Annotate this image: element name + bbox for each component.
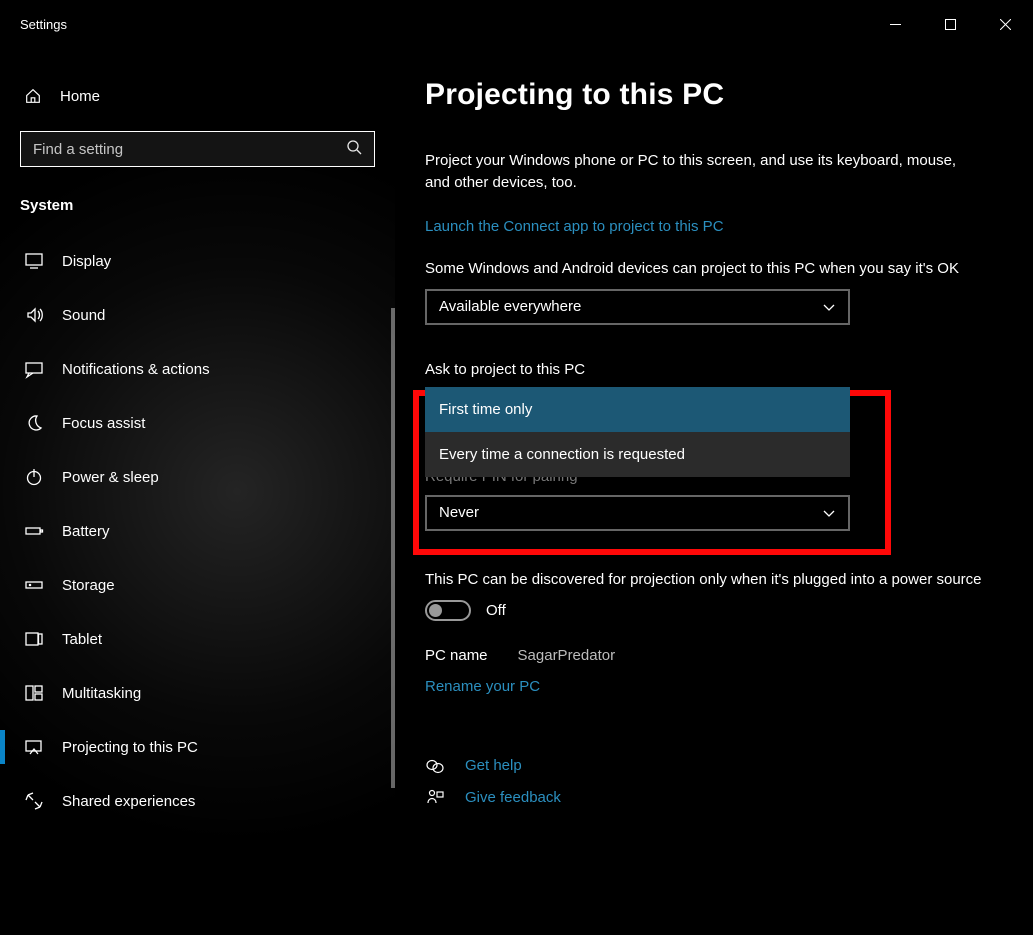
sidebar-item-label: Projecting to this PC: [62, 739, 198, 756]
speaker-icon: [24, 305, 44, 325]
search-box[interactable]: [20, 131, 375, 167]
availability-select[interactable]: Available everywhere: [425, 289, 850, 325]
sidebar-item-notifications[interactable]: Notifications & actions: [0, 342, 395, 396]
window-controls: [868, 0, 1033, 48]
window-title: Settings: [20, 17, 67, 32]
moon-icon: [24, 413, 44, 433]
page-title: Projecting to this PC: [425, 78, 1003, 112]
require-pin-value: Never: [439, 504, 479, 521]
power-icon: [24, 467, 44, 487]
monitor-icon: [24, 251, 44, 271]
sidebar-item-label: Storage: [62, 577, 115, 594]
sidebar-item-label: Focus assist: [62, 415, 145, 432]
sidebar-item-multitasking[interactable]: Multitasking: [0, 666, 395, 720]
multitask-icon: [24, 683, 44, 703]
pcname-value: SagarPredator: [518, 647, 616, 664]
sidebar-item-battery[interactable]: Battery: [0, 504, 395, 558]
sidebar-item-label: Notifications & actions: [62, 361, 210, 378]
search-input[interactable]: [33, 141, 346, 158]
ask-option-first-time[interactable]: First time only: [425, 387, 850, 432]
sidebar-item-label: Multitasking: [62, 685, 141, 702]
require-pin-select[interactable]: Never: [425, 495, 850, 531]
sidebar-item-label: Display: [62, 253, 111, 270]
sidebar-item-power-sleep[interactable]: Power & sleep: [0, 450, 395, 504]
sidebar-item-label: Sound: [62, 307, 105, 324]
dropdown-option-label: First time only: [439, 401, 532, 418]
ask-to-project-label: Ask to project to this PC: [425, 361, 985, 378]
launch-connect-link[interactable]: Launch the Connect app to project to thi…: [425, 218, 724, 235]
ask-option-every-time[interactable]: Every time a connection is requested: [425, 432, 850, 477]
chevron-down-icon: [822, 300, 836, 314]
sidebar: Home System Display Sound Notifications …: [0, 48, 395, 935]
sidebar-nav: Display Sound Notifications & actions Fo…: [0, 234, 395, 828]
rename-pc-link[interactable]: Rename your PC: [425, 678, 540, 695]
minimize-icon: [890, 19, 901, 30]
home-button[interactable]: Home: [20, 48, 375, 125]
help-icon: [425, 756, 445, 776]
discover-toggle[interactable]: [425, 600, 471, 621]
titlebar: Settings: [0, 0, 1033, 48]
sidebar-section-label: System: [20, 197, 375, 214]
home-icon: [24, 87, 42, 105]
sidebar-item-projecting[interactable]: Projecting to this PC: [0, 720, 395, 774]
page-description: Project your Windows phone or PC to this…: [425, 150, 985, 194]
feedback-icon: [425, 788, 445, 808]
maximize-button[interactable]: [923, 0, 978, 48]
sidebar-item-label: Shared experiences: [62, 793, 195, 810]
maximize-icon: [945, 19, 956, 30]
availability-value: Available everywhere: [439, 298, 581, 315]
sidebar-item-label: Tablet: [62, 631, 102, 648]
sidebar-item-shared-experiences[interactable]: Shared experiences: [0, 774, 395, 828]
sidebar-item-label: Power & sleep: [62, 469, 159, 486]
discover-toggle-state: Off: [486, 602, 506, 619]
tablet-icon: [24, 629, 44, 649]
sidebar-item-label: Battery: [62, 523, 110, 540]
close-icon: [1000, 19, 1011, 30]
main-content: Projecting to this PC Project your Windo…: [395, 48, 1033, 935]
pcname-label: PC name: [425, 647, 488, 664]
battery-icon: [24, 521, 44, 541]
minimize-button[interactable]: [868, 0, 923, 48]
sidebar-item-display[interactable]: Display: [0, 234, 395, 288]
discover-note: This PC can be discovered for projection…: [425, 571, 985, 588]
sidebar-item-sound[interactable]: Sound: [0, 288, 395, 342]
chevron-down-icon: [822, 506, 836, 520]
get-help-link[interactable]: Get help: [465, 757, 522, 774]
message-icon: [24, 359, 44, 379]
ask-to-project-dropdown[interactable]: First time only Every time a connection …: [425, 387, 850, 477]
search-icon: [346, 139, 362, 160]
project-icon: [24, 737, 44, 757]
sidebar-item-tablet[interactable]: Tablet: [0, 612, 395, 666]
sidebar-item-focus-assist[interactable]: Focus assist: [0, 396, 395, 450]
sidebar-item-storage[interactable]: Storage: [0, 558, 395, 612]
give-feedback-link[interactable]: Give feedback: [465, 789, 561, 806]
close-button[interactable]: [978, 0, 1033, 48]
dropdown-option-label: Every time a connection is requested: [439, 446, 685, 463]
home-label: Home: [60, 88, 100, 105]
shared-icon: [24, 791, 44, 811]
availability-label: Some Windows and Android devices can pro…: [425, 260, 985, 277]
storage-icon: [24, 575, 44, 595]
